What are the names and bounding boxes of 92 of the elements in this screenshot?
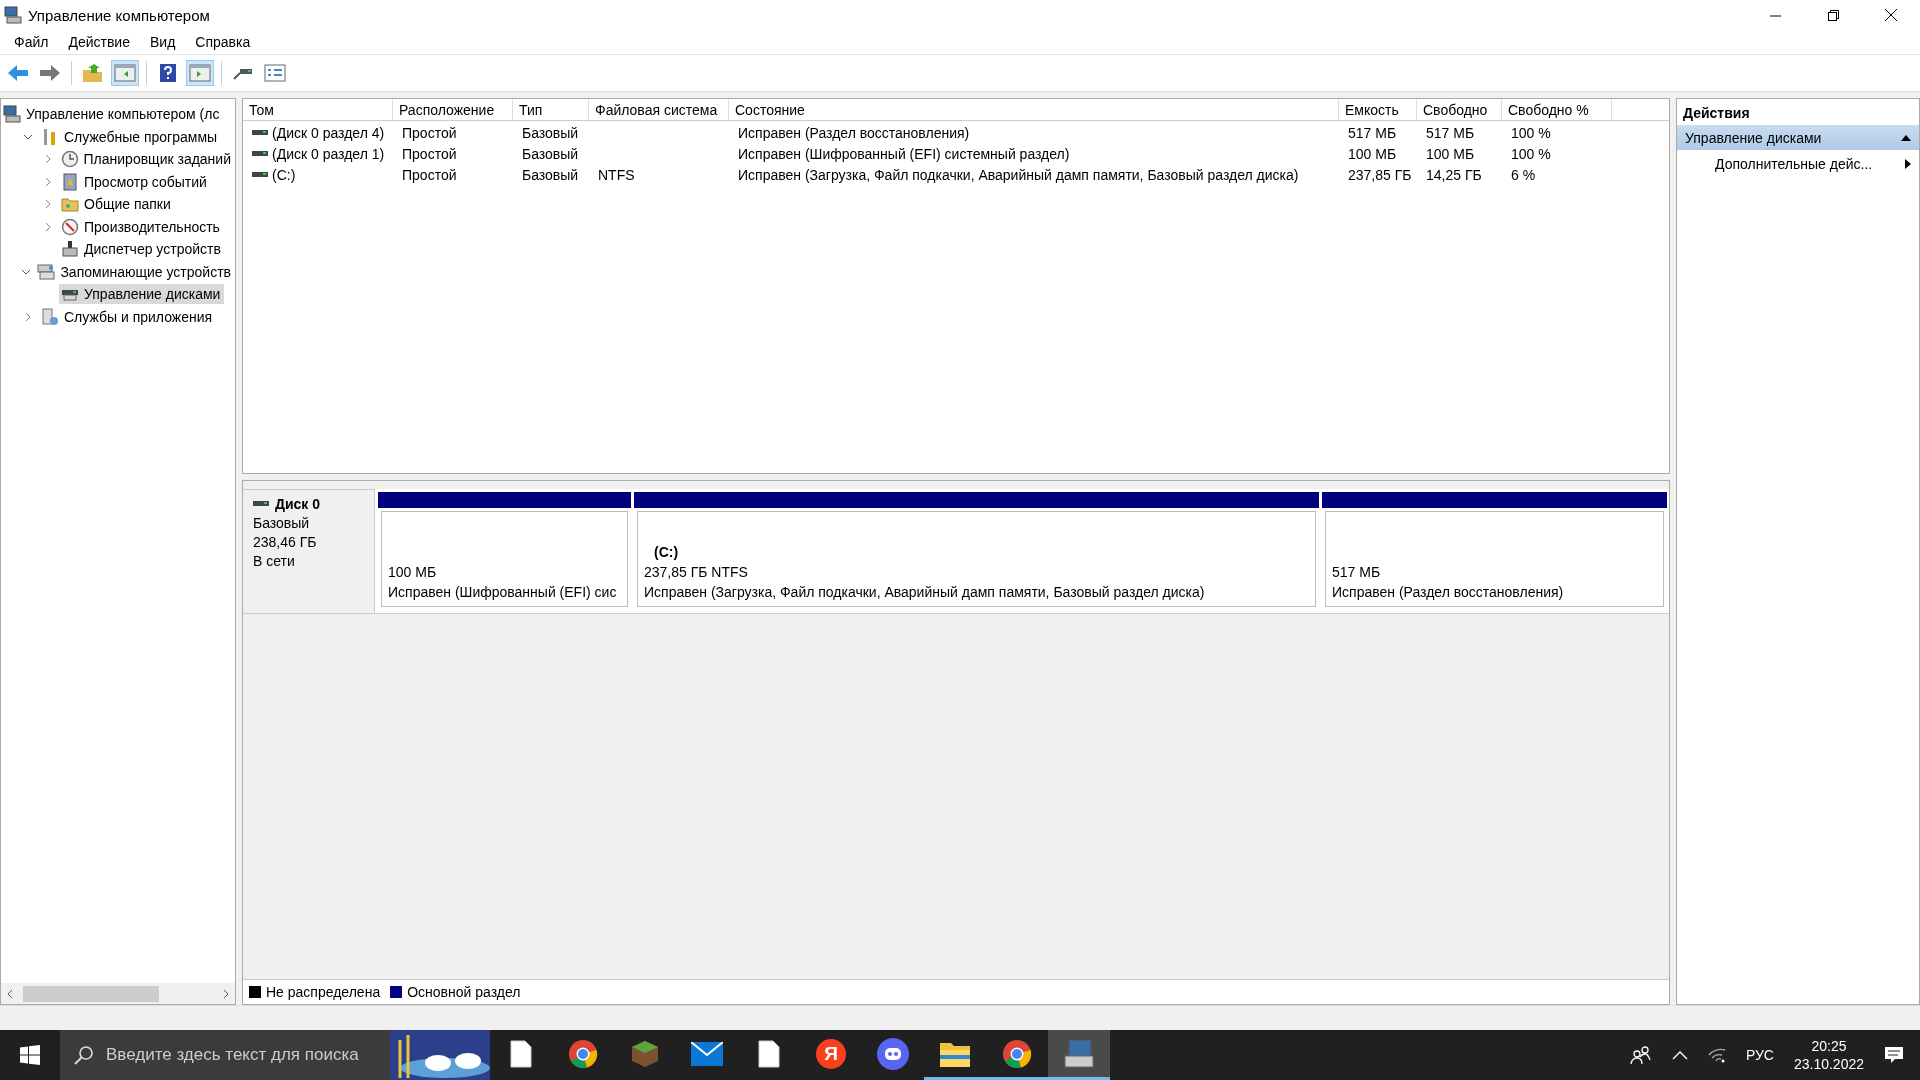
table-cell: 237,85 ГБ [1348, 166, 1412, 183]
expanded-chevron-icon[interactable] [21, 268, 32, 275]
horizontal-scrollbar[interactable] [1, 983, 235, 1004]
tree-item[interactable]: Службы и приложения [39, 306, 217, 327]
tree-item[interactable]: Планировщик заданий [58, 149, 235, 170]
table-cell: 6 % [1511, 166, 1536, 183]
legend-label: Основной раздел [407, 984, 521, 1000]
tree-item[interactable]: Запоминающие устройств [35, 261, 235, 282]
table-cell: Базовый [522, 124, 579, 141]
tree-item[interactable]: Диспетчер устройств [59, 239, 225, 260]
partition-block[interactable]: (C:) 237,85 ГБ NTFS Исправен (Загрузка, Файл подкачки, Аварийный дамп памяти, Базовый раздел диска) [637, 511, 1316, 607]
notifications-icon[interactable] [1884, 1046, 1904, 1064]
table-cell: Базовый [522, 166, 579, 183]
table-cell: 100 МБ [1348, 145, 1397, 162]
storage-icon [37, 262, 56, 281]
table-cell: 517 МБ [1348, 124, 1397, 141]
menu-item[interactable]: Действие [58, 32, 140, 52]
table-cell: NTFS [598, 166, 635, 183]
search-field[interactable]: Введите здесь текст для поиска [60, 1030, 490, 1080]
people-icon[interactable] [1629, 1045, 1652, 1065]
column-header[interactable]: Тип [513, 99, 589, 120]
table-cell: 14,25 ГБ [1426, 166, 1482, 183]
language-indicator[interactable]: РУС [1745, 1047, 1774, 1063]
column-header[interactable]: Состояние [729, 99, 1339, 120]
table-cell: Простой [402, 166, 457, 183]
partition-block[interactable]: 517 МБ Исправен (Раздел восстановления) [1325, 511, 1664, 607]
table-cell: Простой [402, 145, 457, 162]
table-cell: Исправен (Раздел восстановления) [738, 124, 970, 141]
table-cell: 100 % [1511, 145, 1551, 162]
table-cell: (Диск 0 раздел 4) [272, 124, 385, 141]
expanded-chevron-icon[interactable] [23, 133, 33, 140]
table-cell: (C:) [272, 166, 296, 183]
device-icon [61, 240, 79, 259]
disk-size: 238,46 ГБ [253, 534, 318, 550]
table-cell: Исправен (Шифрованный (EFI) системный раздел) [738, 145, 1070, 162]
windows-logo-icon [20, 1045, 40, 1065]
folder-icon [61, 195, 79, 214]
log-icon [61, 172, 79, 191]
menu-item[interactable]: Вид [139, 32, 186, 52]
tree-item[interactable]: Производительность [59, 216, 224, 237]
computer-management-icon[interactable] [1048, 1030, 1110, 1080]
tree-item[interactable]: Служебные программы [39, 126, 222, 147]
clock-icon [60, 150, 79, 169]
services-icon [41, 307, 59, 326]
column-header[interactable]: Свободно [1417, 99, 1502, 120]
column-header[interactable]: Том [243, 99, 393, 120]
table-cell: 517 МБ [1426, 124, 1475, 141]
drive-icon [252, 128, 268, 137]
collapse-caret-icon[interactable] [1901, 135, 1911, 141]
actions-section-header[interactable]: Управление дисками [1677, 126, 1919, 150]
table-cell: (Диск 0 раздел 1) [272, 145, 385, 162]
computer-icon [3, 105, 21, 124]
collapsed-chevron-icon[interactable] [45, 199, 51, 210]
drive-icon [253, 500, 269, 508]
column-header[interactable]: Емкость [1339, 99, 1417, 120]
partition-block[interactable]: 100 МБ Исправен (Шифрованный (EFI) сис [381, 511, 628, 607]
app-icon [4, 6, 22, 24]
menu-item[interactable]: Справка [185, 32, 261, 52]
legend-label: Не распределена [266, 984, 381, 1000]
column-header[interactable]: Расположение [393, 99, 513, 120]
pane-toggle-icon[interactable] [186, 60, 214, 86]
table-cell: 100 % [1511, 124, 1551, 141]
table-cell: 100 МБ [1426, 145, 1475, 162]
table-cell: Базовый [522, 145, 579, 162]
table-cell: Исправен (Загрузка, Файл подкачки, Аварийный дамп памяти, Базовый раздел диска) [738, 166, 1299, 183]
menu-item[interactable]: Файл [4, 32, 59, 52]
clock[interactable]: 20:25 23.10.2022 [1793, 1038, 1864, 1072]
drive-icon [252, 149, 268, 158]
drive-icon [252, 170, 268, 179]
search-icon [74, 1045, 94, 1065]
table-cell: Простой [402, 124, 457, 141]
column-header[interactable]: Свободно % [1502, 99, 1612, 120]
submenu-arrow-icon [1905, 159, 1911, 169]
tree-item[interactable]: Общие папки [59, 194, 175, 215]
gauge-icon [61, 217, 79, 236]
disk-status: В сети [253, 553, 296, 569]
tree-item[interactable]: Управление компьютером (лс [1, 104, 224, 125]
collapsed-chevron-icon[interactable] [45, 176, 51, 187]
disk-type: Базовый [253, 515, 311, 531]
tree-item[interactable]: Управление дисками [59, 284, 225, 305]
chevron-up-icon[interactable] [1671, 1050, 1688, 1060]
tree-item[interactable]: Просмотр событий [59, 171, 211, 192]
column-header[interactable]: Файловая система [589, 99, 729, 120]
collapsed-chevron-icon[interactable] [45, 221, 51, 232]
action-item[interactable]: Дополнительные дейс... [1677, 150, 1919, 178]
collapsed-chevron-icon[interactable] [44, 154, 51, 165]
disk-name: Диск 0 [275, 496, 321, 512]
collapsed-chevron-icon[interactable] [25, 311, 31, 322]
disk-label-panel[interactable]: Диск 0 Базовый 238,46 ГБ В сети [243, 489, 375, 614]
window-title: Управление компьютером [28, 6, 211, 24]
wifi-icon[interactable] [1707, 1047, 1726, 1063]
pane-toggle-icon[interactable] [111, 60, 139, 86]
